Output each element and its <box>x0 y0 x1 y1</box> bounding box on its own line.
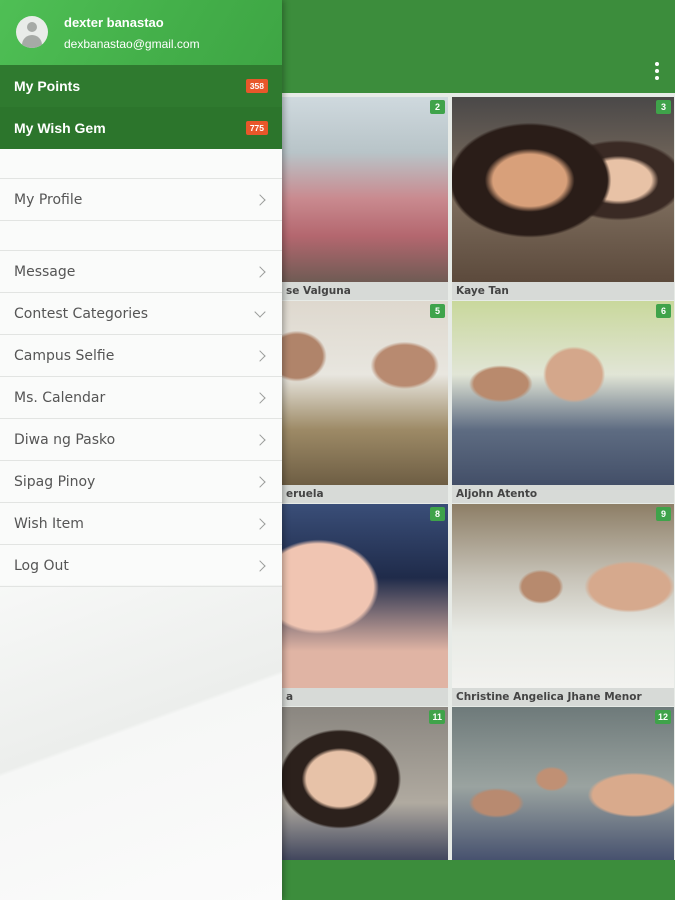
photo-tile[interactable]: 3 Kaye Tan <box>452 97 674 300</box>
chevron-right-icon <box>254 391 266 404</box>
section-spacer <box>0 149 282 179</box>
user-email: dexbanastao@gmail.com <box>64 37 200 51</box>
my-points-row[interactable]: My Points 358 <box>0 65 282 107</box>
photo-caption: Aljohn Atento <box>452 485 674 503</box>
menu-item-diwa-ng-pasko[interactable]: Diwa ng Pasko <box>0 419 282 461</box>
photo <box>452 707 674 860</box>
menu-item-campus-selfie[interactable]: Campus Selfie <box>0 335 282 377</box>
photo-tile[interactable]: 9 Christine Angelica Jhane Menor <box>452 504 674 706</box>
entry-number: 6 <box>656 304 671 318</box>
photo-tile[interactable]: 2 se Valguna <box>282 97 448 300</box>
menu-item-label: Campus Selfie <box>14 347 115 364</box>
photo-tile[interactable]: 8 a <box>282 504 448 706</box>
chevron-right-icon <box>254 517 266 530</box>
chevron-right-icon <box>254 349 266 362</box>
entry-number: 11 <box>429 710 445 724</box>
entry-number: 3 <box>656 100 671 114</box>
menu-item-wish-item[interactable]: Wish Item <box>0 503 282 545</box>
drawer-header: dexter banastao dexbanastao@gmail.com <box>0 0 282 65</box>
chevron-down-icon <box>254 305 266 318</box>
menu-item-sipag-pinoy[interactable]: Sipag Pinoy <box>0 461 282 503</box>
more-vert-icon[interactable] <box>653 62 661 80</box>
photo-caption: a <box>282 688 448 706</box>
photo <box>282 301 448 485</box>
chevron-right-icon <box>254 475 266 488</box>
user-name: dexter banastao <box>64 15 164 30</box>
chevron-right-icon <box>254 433 266 446</box>
photo-tile[interactable]: 11 <box>282 707 448 860</box>
entry-number: 5 <box>430 304 445 318</box>
entry-number: 9 <box>656 507 671 521</box>
menu-item-label: Message <box>14 263 76 280</box>
photo-caption: Christine Angelica Jhane Menor <box>452 688 674 706</box>
photo-caption: eruela <box>282 485 448 503</box>
menu-item-label: Wish Item <box>14 515 84 532</box>
wish-gem-badge: 775 <box>245 121 268 135</box>
chevron-right-icon <box>254 193 266 206</box>
menu-item-label: Diwa ng Pasko <box>14 431 116 448</box>
menu-item-log-out[interactable]: Log Out <box>0 545 282 587</box>
photo <box>452 97 674 282</box>
photo-tile[interactable]: 6 Aljohn Atento <box>452 301 674 503</box>
chevron-right-icon <box>254 265 266 278</box>
menu-item-my-profile[interactable]: My Profile <box>0 179 282 221</box>
menu-item-label: Log Out <box>14 557 69 574</box>
my-wish-gem-row[interactable]: My Wish Gem 775 <box>0 107 282 149</box>
menu-item-label: Ms. Calendar <box>14 389 106 406</box>
menu-item-ms-calendar[interactable]: Ms. Calendar <box>0 377 282 419</box>
photo <box>452 301 674 485</box>
entry-number: 8 <box>430 507 445 521</box>
menu-item-contest-categories[interactable]: Contest Categories <box>0 293 282 335</box>
navigation-drawer: dexter banastao dexbanastao@gmail.com My… <box>0 0 282 900</box>
photo-tile[interactable]: 5 eruela <box>282 301 448 503</box>
menu-item-label: Sipag Pinoy <box>14 473 96 490</box>
my-points-label: My Points <box>14 78 81 94</box>
bottom-bar <box>282 860 675 900</box>
photo-grid: 2 se Valguna 3 Kaye Tan 5 eruela 6 Aljoh… <box>282 93 675 860</box>
photo <box>282 707 448 860</box>
photo <box>452 504 674 688</box>
photo-caption: se Valguna <box>282 282 448 300</box>
photo-tile[interactable]: 12 <box>452 707 674 860</box>
photo <box>282 504 448 688</box>
menu-item-label: Contest Categories <box>14 305 149 322</box>
entry-number: 2 <box>430 100 445 114</box>
photo-caption: Kaye Tan <box>452 282 674 300</box>
section-spacer <box>0 221 282 251</box>
chevron-right-icon <box>254 559 266 572</box>
menu-item-message[interactable]: Message <box>0 251 282 293</box>
points-badge: 358 <box>245 79 268 93</box>
avatar-icon[interactable] <box>16 16 48 48</box>
photo <box>282 97 448 282</box>
menu-item-label: My Profile <box>14 191 83 208</box>
my-wish-gem-label: My Wish Gem <box>14 120 106 136</box>
entry-number: 12 <box>654 710 671 724</box>
